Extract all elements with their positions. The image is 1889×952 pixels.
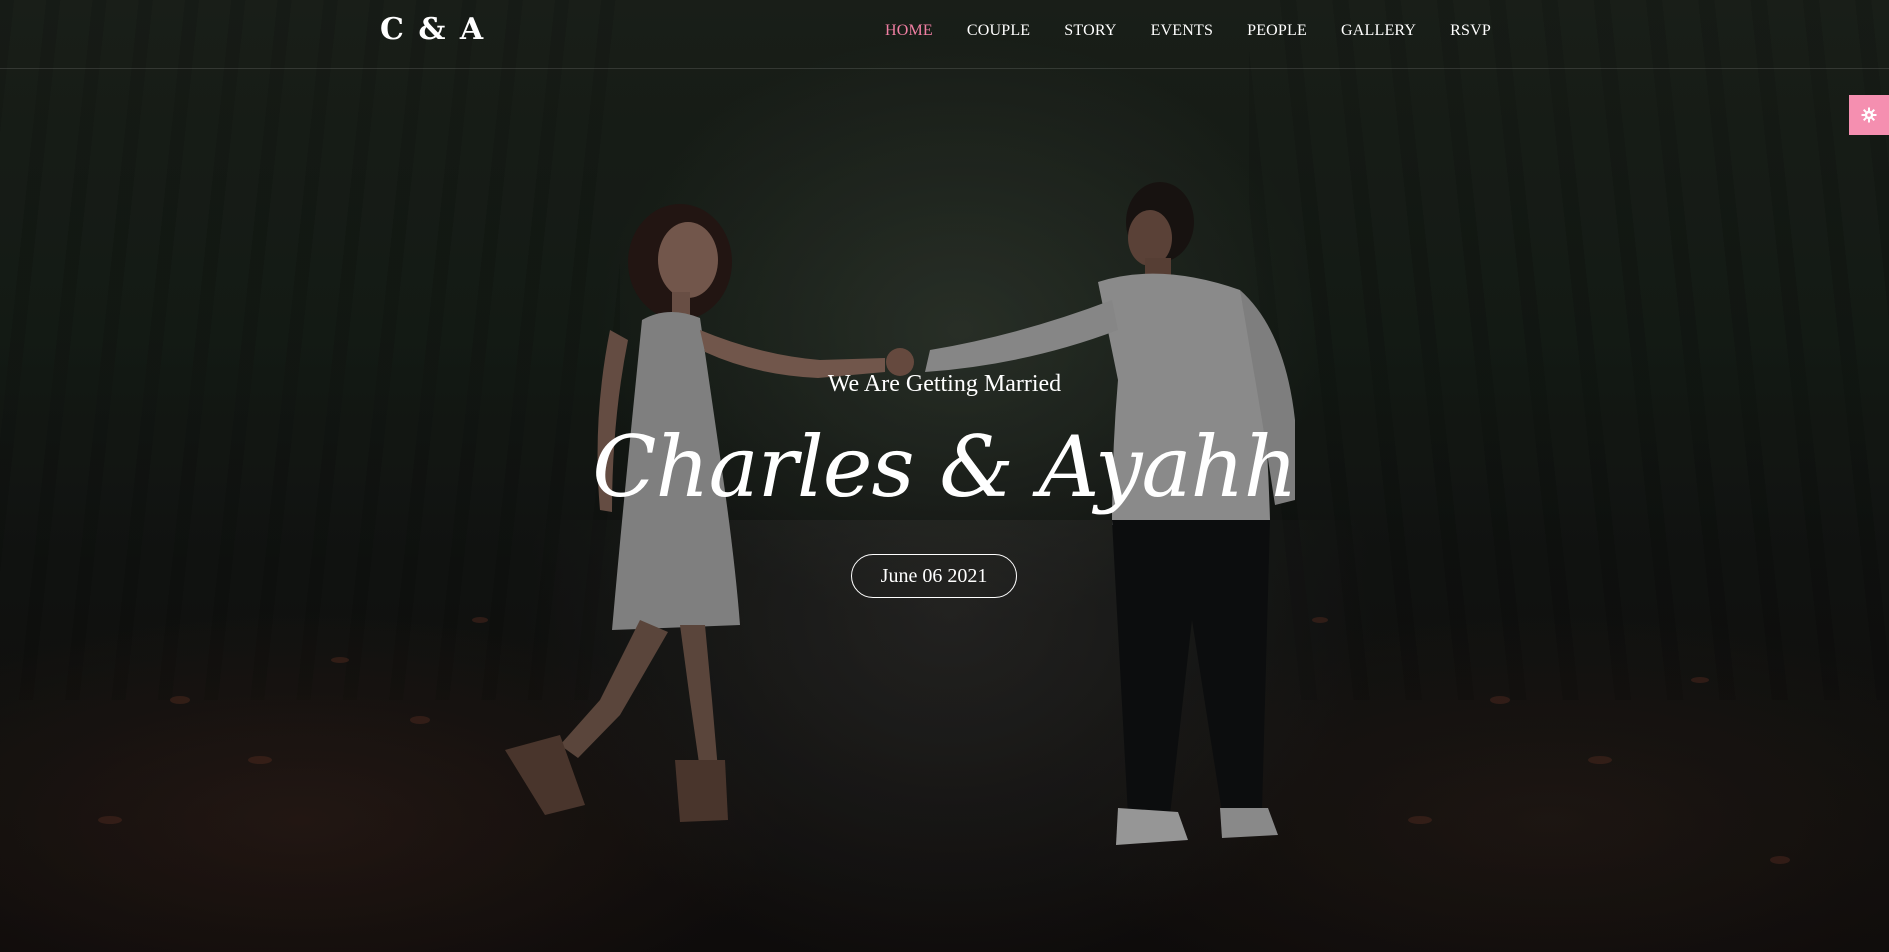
nav-item-events: EVENTS <box>1151 22 1214 40</box>
nav-item-people: PEOPLE <box>1247 22 1307 40</box>
nav-link-gallery[interactable]: GALLERY <box>1341 22 1416 39</box>
nav-item-couple: COUPLE <box>967 22 1030 40</box>
main-navigation: HOME COUPLE STORY EVENTS PEOPLE GALLERY … <box>851 22 1491 40</box>
wedding-date-button[interactable]: June 06 2021 <box>851 554 1017 598</box>
gear-icon <box>1861 107 1877 123</box>
couple-names-heading: Charles & Ayahh <box>592 418 1297 516</box>
hero-section: C & A HOME COUPLE STORY EVENTS PEOPLE GA… <box>0 0 1889 952</box>
nav-link-rsvp[interactable]: RSVP <box>1450 22 1491 39</box>
hero-subtitle: We Are Getting Married <box>827 371 1062 397</box>
nav-link-people[interactable]: PEOPLE <box>1247 22 1307 39</box>
nav-item-gallery: GALLERY <box>1341 22 1416 40</box>
settings-toggle-button[interactable] <box>1849 95 1889 135</box>
nav-link-story[interactable]: STORY <box>1064 22 1116 39</box>
nav-item-rsvp: RSVP <box>1450 22 1491 40</box>
nav-item-home: HOME <box>885 22 933 40</box>
site-logo[interactable]: C & A <box>380 12 485 47</box>
nav-link-couple[interactable]: COUPLE <box>967 22 1030 39</box>
nav-item-story: STORY <box>1064 22 1116 40</box>
site-header: C & A HOME COUPLE STORY EVENTS PEOPLE GA… <box>0 0 1889 69</box>
nav-link-events[interactable]: EVENTS <box>1151 22 1214 39</box>
nav-link-home[interactable]: HOME <box>885 22 933 39</box>
